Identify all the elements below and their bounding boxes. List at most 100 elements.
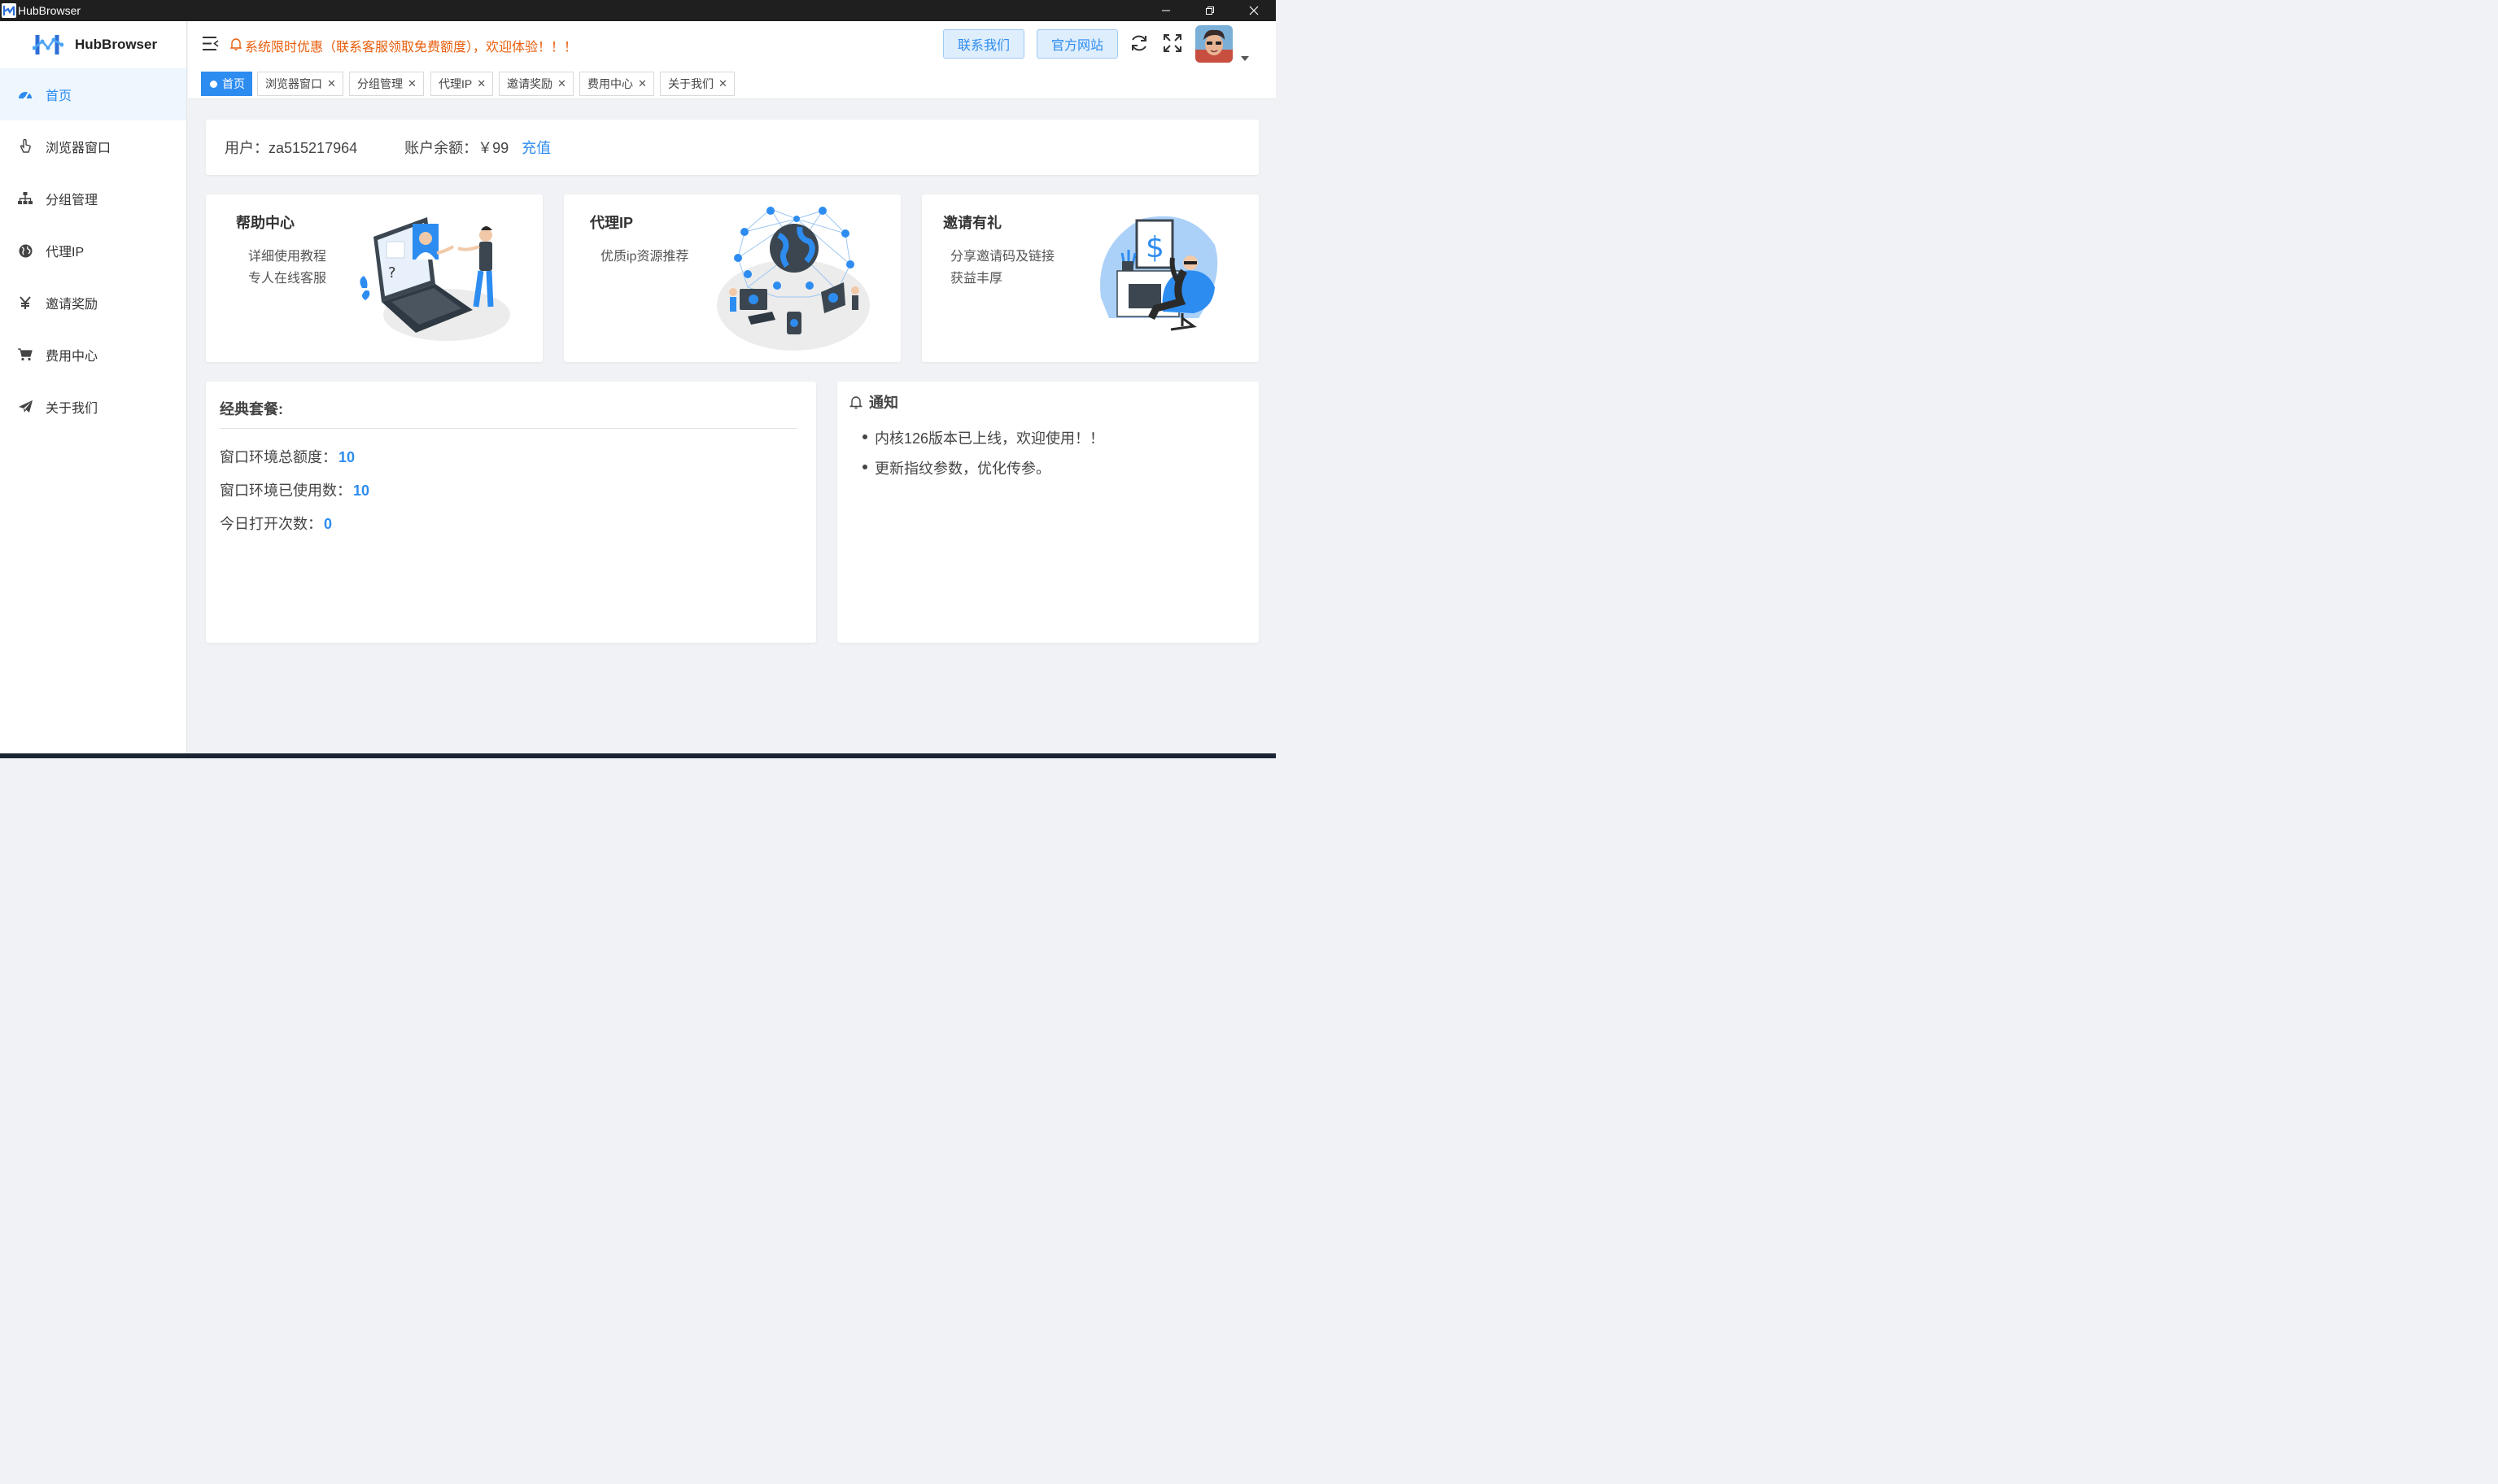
balance-text: 账户余额：￥99 <box>404 140 509 156</box>
package-divider <box>220 428 797 429</box>
reward-illustration: $ <box>1100 216 1218 331</box>
card-title: 邀请有礼 <box>943 215 1002 231</box>
sidebar-item-billing[interactable]: 费用中心 <box>0 329 186 381</box>
row-value: 0 <box>324 516 333 532</box>
sidebar-item-about[interactable]: 关于我们 <box>0 381 186 433</box>
globe-icon <box>18 243 33 258</box>
contact-us-button[interactable]: 联系我们 <box>943 29 1024 59</box>
package-title: 经典套餐: <box>220 401 283 417</box>
invite-reward-card[interactable]: 邀请有礼 分享邀请码及链接 获益丰厚 $ <box>922 194 1259 362</box>
cart-icon <box>18 347 33 362</box>
paper-plane-icon <box>18 399 33 414</box>
close-tab-icon[interactable]: ✕ <box>477 77 486 90</box>
tab-label: 浏览器窗口 <box>265 77 322 90</box>
notification-title: 通知 <box>849 391 898 412</box>
sidebar-item-label: 分组管理 <box>46 194 98 207</box>
bell-icon <box>849 395 863 409</box>
sidebar-item-label: 关于我们 <box>46 402 98 416</box>
app-logo-icon <box>2 3 16 18</box>
package-row-opens-today: 今日打开次数： 0 <box>220 513 332 534</box>
global-network-illustration <box>717 207 870 351</box>
hubbrowser-logo-icon <box>33 35 63 55</box>
brand: HubBrowser <box>0 21 186 68</box>
row-label: 窗口环境总额度： <box>220 449 337 465</box>
close-icon[interactable] <box>1232 0 1276 21</box>
row-label: 窗口环境已使用数： <box>220 482 352 499</box>
sidebar-item-label: 浏览器窗口 <box>46 142 111 155</box>
taskbar-edge <box>0 753 1276 758</box>
close-tab-icon[interactable]: ✕ <box>718 77 727 90</box>
tab-group-management[interactable]: 分组管理 ✕ <box>349 72 424 96</box>
list-item: 内核126版本已上线，欢迎使用！！ <box>862 427 1104 457</box>
notification-card: 通知 内核126版本已上线，欢迎使用！！ 更新指纹参数，优化传参。 <box>837 382 1259 643</box>
yen-icon <box>18 295 33 310</box>
minimize-icon[interactable] <box>1144 0 1188 21</box>
list-item: 更新指纹参数，优化传参。 <box>862 457 1104 487</box>
recharge-link[interactable]: 充值 <box>522 137 551 158</box>
card-title: 帮助中心 <box>236 215 295 231</box>
package-row-total: 窗口环境总额度： 10 <box>220 446 355 467</box>
close-tab-icon[interactable]: ✕ <box>408 77 417 90</box>
proxy-ip-card[interactable]: 代理IP 优质ip资源推荐 <box>564 194 901 362</box>
tab-label: 代理IP <box>439 77 473 90</box>
sidebar: HubBrowser 首页 浏览器窗口 分组管理 代理IP 邀请奖励 费用中心 … <box>0 21 187 758</box>
bell-icon <box>229 37 242 55</box>
package-row-used: 窗口环境已使用数： 10 <box>220 479 369 500</box>
restore-icon[interactable] <box>1188 0 1232 21</box>
close-tab-icon[interactable]: ✕ <box>638 77 647 90</box>
official-website-button[interactable]: 官方网站 <box>1037 29 1118 59</box>
card-line: 获益丰厚 <box>950 272 1003 286</box>
tab-label: 邀请奖励 <box>507 77 552 90</box>
card-line: 专人在线客服 <box>248 272 327 286</box>
hierarchy-icon <box>18 191 33 206</box>
pointer-hand-icon <box>18 139 33 154</box>
tab-proxy-ip[interactable]: 代理IP ✕ <box>430 72 494 96</box>
refresh-icon[interactable] <box>1129 33 1149 57</box>
sidebar-item-label: 费用中心 <box>46 350 98 364</box>
chevron-down-icon[interactable] <box>1241 50 1249 65</box>
svg-text:$: $ <box>1146 231 1164 264</box>
username-text: 用户：za515217964 <box>225 140 358 156</box>
notification-title-text: 通知 <box>869 395 898 411</box>
card-title: 代理IP <box>590 215 634 231</box>
fullscreen-icon[interactable] <box>1163 33 1182 57</box>
help-center-card[interactable]: 帮助中心 详细使用教程 专人在线客服 ? <box>206 194 543 362</box>
notification-list: 内核126版本已上线，欢迎使用！！ 更新指纹参数，优化传参。 <box>862 427 1104 487</box>
sidebar-item-label: 代理IP <box>46 246 85 260</box>
sidebar-item-proxy-ip[interactable]: 代理IP <box>0 225 186 277</box>
menu-collapse-icon[interactable] <box>203 37 219 55</box>
tab-browser-window[interactable]: 浏览器窗口 ✕ <box>257 72 343 96</box>
package-card: 经典套餐: 窗口环境总额度： 10 窗口环境已使用数： 10 今日打开次数： 0 <box>206 382 816 643</box>
sidebar-item-label: 邀请奖励 <box>46 298 98 312</box>
close-tab-icon[interactable]: ✕ <box>327 77 336 90</box>
promo-notice: 系统限时优惠（联系客服领取免费额度），欢迎体验！！！ <box>229 36 578 55</box>
active-dot-icon <box>210 80 217 88</box>
window-titlebar: HubBrowser <box>0 0 1276 21</box>
card-line: 优质ip资源推荐 <box>600 250 689 264</box>
tab-label: 关于我们 <box>668 77 714 90</box>
account-info-card: 用户：za515217964 账户余额：￥99 充值 <box>206 120 1259 175</box>
tab-billing[interactable]: 费用中心 ✕ <box>579 72 654 96</box>
sidebar-item-label: 首页 <box>46 89 72 103</box>
row-value: 10 <box>353 482 370 499</box>
sidebar-item-invite-reward[interactable]: 邀请奖励 <box>0 277 186 329</box>
close-tab-icon[interactable]: ✕ <box>557 77 566 90</box>
promo-notice-text: 系统限时优惠（联系客服领取免费额度），欢迎体验！！！ <box>245 41 578 55</box>
sidebar-item-browser-window[interactable]: 浏览器窗口 <box>0 120 186 172</box>
tabs-bar: 首页 浏览器窗口 ✕ 分组管理 ✕ 代理IP ✕ 邀请奖励 ✕ 费用中心 ✕ 关于我们 ✕ <box>188 68 1276 99</box>
dashboard-icon <box>18 87 33 102</box>
brand-name: HubBrowser <box>75 37 158 52</box>
user-avatar[interactable] <box>1195 25 1233 63</box>
tab-invite-reward[interactable]: 邀请奖励 ✕ <box>499 72 574 96</box>
tab-about[interactable]: 关于我们 ✕ <box>660 72 735 96</box>
online-support-illustration: ? <box>360 217 510 341</box>
sidebar-item-group-management[interactable]: 分组管理 <box>0 172 186 225</box>
window-title: HubBrowser <box>18 4 81 17</box>
row-value: 10 <box>338 449 356 465</box>
tab-home[interactable]: 首页 <box>201 72 252 96</box>
tab-label: 分组管理 <box>357 77 403 90</box>
tab-label: 费用中心 <box>587 77 633 90</box>
card-line: 详细使用教程 <box>248 250 327 264</box>
card-line: 分享邀请码及链接 <box>950 250 1055 264</box>
sidebar-item-home[interactable]: 首页 <box>0 68 186 120</box>
